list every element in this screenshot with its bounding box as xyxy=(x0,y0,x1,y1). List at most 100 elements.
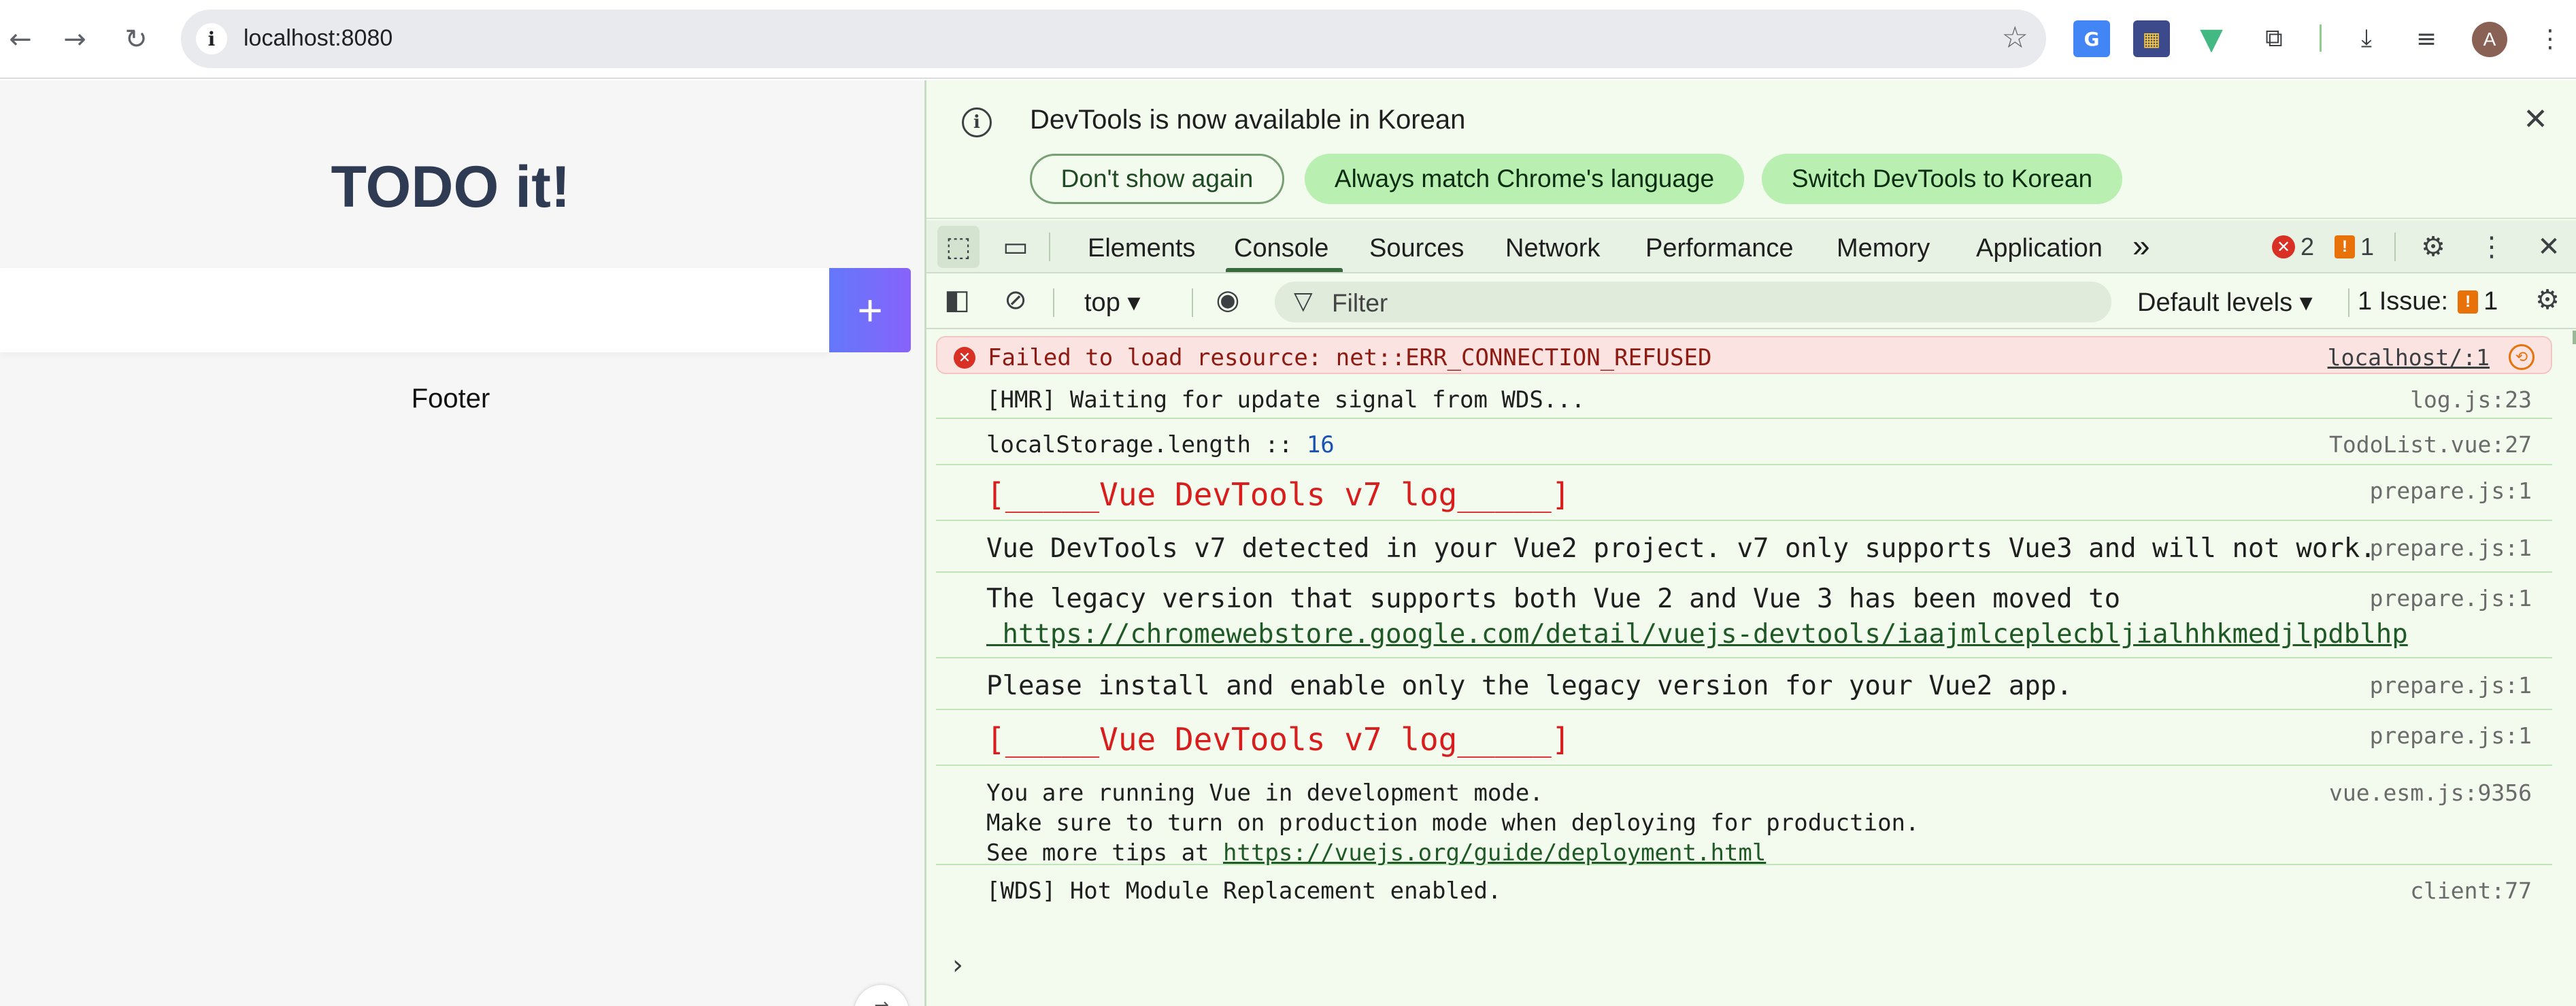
language-infobar: i DevTools is now available in Korean ✕ … xyxy=(926,80,2576,219)
dont-show-again-button[interactable]: Don't show again xyxy=(1030,154,1284,204)
page-footer: Footer xyxy=(411,384,490,414)
google-translate-icon[interactable]: G xyxy=(2073,20,2110,57)
console-log-message: Vue DevTools v7 detected in your Vue2 pr… xyxy=(936,522,2552,573)
console-source-link[interactable]: prepare.js:1 xyxy=(2370,477,2532,504)
toolbar-separator xyxy=(2348,288,2349,317)
forward-icon[interactable]: → xyxy=(54,19,95,60)
console-message-line: Make sure to turn on production mode whe… xyxy=(986,809,1920,837)
todo-input[interactable] xyxy=(0,268,830,352)
filter-input[interactable]: ▽ Filter xyxy=(1275,282,2111,322)
console-source-link[interactable]: vue.esm.js:9356 xyxy=(2329,779,2532,806)
extensions-puzzle-icon[interactable]: ⧉ xyxy=(2256,20,2292,57)
profile-avatar[interactable]: A xyxy=(2472,22,2507,57)
console-source-link[interactable]: prepare.js:1 xyxy=(2370,722,2532,749)
tab-application[interactable]: Application xyxy=(1976,234,2103,263)
add-todo-button[interactable]: + xyxy=(829,268,911,352)
always-match-language-button[interactable]: Always match Chrome's language xyxy=(1305,154,1744,204)
warning-icon: ! xyxy=(2335,235,2355,258)
console-source-link[interactable]: log.js:23 xyxy=(2410,386,2532,413)
log-levels-dropdown[interactable]: Default levels ▾ xyxy=(2137,287,2313,318)
tabbar-separator xyxy=(1049,233,1050,261)
download-icon[interactable]: ⤓ xyxy=(2348,20,2385,57)
context-selector[interactable]: top ▾ xyxy=(1084,287,1140,318)
site-info-icon[interactable]: i xyxy=(196,23,227,54)
chrome-webstore-link[interactable]: https://chromewebstore.google.com/detail… xyxy=(986,619,2407,650)
console-message-text: Failed to load resource: net::ERR_CONNEC… xyxy=(988,344,1712,371)
console-source-link[interactable]: prepare.js:1 xyxy=(2370,585,2532,611)
warning-count-badge[interactable]: ! 1 xyxy=(2335,233,2374,261)
browser-menu-icon[interactable]: ⋮ xyxy=(2532,20,2569,57)
console-message-text: [_____Vue DevTools v7 log_____] xyxy=(986,476,1571,513)
issues-button[interactable]: 1 Issue: ! 1 xyxy=(2358,287,2498,316)
warning-count: 1 xyxy=(2360,233,2375,261)
error-count-badge[interactable]: ✕ 2 xyxy=(2272,233,2314,261)
switch-to-korean-button[interactable]: Switch DevTools to Korean xyxy=(1762,154,2122,204)
clear-console-icon[interactable]: ⊘ xyxy=(994,279,1037,321)
floating-devtools-handle-icon[interactable]: ⇄ xyxy=(854,985,909,1006)
issue-warning-icon: ! xyxy=(2458,290,2479,314)
vue-deployment-link[interactable]: https://vuejs.org/guide/deployment.html xyxy=(1223,839,1766,867)
console-source-link[interactable]: localhost/:1 xyxy=(2328,344,2490,371)
device-toolbar-icon[interactable]: ▭ xyxy=(994,226,1037,268)
extension-grid-icon[interactable]: ▦ xyxy=(2133,20,2170,57)
toolbar-separator xyxy=(2320,24,2322,52)
log-label: localStorage.length :: xyxy=(986,431,1307,458)
tab-memory[interactable]: Memory xyxy=(1837,234,1930,263)
close-devtools-icon[interactable]: ✕ xyxy=(2528,226,2570,268)
active-tab-indicator xyxy=(1226,268,1343,272)
console-message-line: See more tips at https://vuejs.org/guide… xyxy=(986,839,1766,867)
address-url[interactable]: localhost:8080 xyxy=(244,25,392,52)
bookmark-star-icon[interactable]: ☆ xyxy=(2002,20,2028,55)
console-log-message: Please install and enable only the legac… xyxy=(936,660,2552,710)
console-message-line: You are running Vue in development mode. xyxy=(986,779,1543,807)
console-message-text: Vue DevTools v7 detected in your Vue2 pr… xyxy=(986,533,2376,564)
address-bar[interactable]: i localhost:8080 ☆ xyxy=(181,10,2046,68)
issues-count: 1 xyxy=(2483,287,2498,316)
settings-gear-icon[interactable]: ⚙ xyxy=(2412,226,2454,268)
console-settings-gear-icon[interactable]: ⚙ xyxy=(2526,279,2569,321)
console-source-link[interactable]: client:77 xyxy=(2410,877,2532,904)
reload-icon[interactable]: ↻ xyxy=(116,19,156,60)
console-styled-message: [_____Vue DevTools v7 log_____] prepare.… xyxy=(936,711,2552,766)
console-error-message: ✕ Failed to load resource: net::ERR_CONN… xyxy=(936,336,2552,374)
tab-network[interactable]: Network xyxy=(1505,234,1600,263)
toolbar-separator xyxy=(1053,288,1054,317)
console-log-message: localStorage.length :: 16 TodoList.vue:2… xyxy=(936,420,2552,465)
back-icon[interactable]: ← xyxy=(0,19,41,60)
console-source-link[interactable]: TodoList.vue:27 xyxy=(2329,431,2532,458)
console-source-link[interactable]: prepare.js:1 xyxy=(2370,535,2532,561)
tips-label: See more tips at xyxy=(986,839,1223,867)
infobar-message: DevTools is now available in Korean xyxy=(1030,105,1466,135)
console-prompt[interactable]: › xyxy=(952,950,963,981)
log-value: 16 xyxy=(1306,431,1335,458)
media-control-icon[interactable]: ≡ xyxy=(2408,20,2445,57)
close-icon[interactable]: ✕ xyxy=(2523,102,2548,137)
vue-devtools-icon[interactable]: ▼ xyxy=(2193,20,2230,57)
tab-sources[interactable]: Sources xyxy=(1369,234,1464,263)
console-log-message: The legacy version that supports both Vu… xyxy=(936,574,2552,658)
tab-console[interactable]: Console xyxy=(1234,234,1328,263)
console-message-text: [HMR] Waiting for update signal from WDS… xyxy=(986,386,1586,414)
live-expression-eye-icon[interactable]: ◉ xyxy=(1207,279,1249,321)
ai-insights-icon[interactable]: ⟲ xyxy=(2509,344,2535,370)
console-message-text: [_____Vue DevTools v7 log_____] xyxy=(986,721,1571,758)
devtools-menu-icon[interactable]: ⋮ xyxy=(2471,226,2513,268)
sidebar-toggle-icon[interactable]: ◧ xyxy=(936,279,978,321)
tab-elements[interactable]: Elements xyxy=(1088,234,1195,263)
console-log-message: [HMR] Waiting for update signal from WDS… xyxy=(936,375,2552,419)
console-log-message: [WDS] Hot Module Replacement enabled. cl… xyxy=(936,867,2552,910)
more-tabs-icon[interactable]: » xyxy=(2132,227,2150,264)
tab-performance[interactable]: Performance xyxy=(1645,234,1794,263)
page-title: TODO it! xyxy=(331,154,571,220)
console-message-text: The legacy version that supports both Vu… xyxy=(986,584,2121,614)
console-scrollbar[interactable] xyxy=(2573,331,2576,344)
console-message-text: [WDS] Hot Module Replacement enabled. xyxy=(986,877,1502,905)
console-source-link[interactable]: prepare.js:1 xyxy=(2370,672,2532,699)
inspect-element-icon[interactable]: ⬚ xyxy=(937,226,980,268)
page-viewport: TODO it! + Footer ⇄ xyxy=(0,80,924,1006)
filter-placeholder: Filter xyxy=(1332,289,1388,317)
issues-label: 1 Issue: xyxy=(2358,287,2449,316)
browser-toolbar: ← → ↻ i localhost:8080 ☆ G ▦ ▼ ⧉ ⤓ ≡ A ⋮ xyxy=(0,0,2576,79)
tabbar-separator xyxy=(2394,233,2396,261)
console-message-text: localStorage.length :: 16 xyxy=(986,431,1335,458)
